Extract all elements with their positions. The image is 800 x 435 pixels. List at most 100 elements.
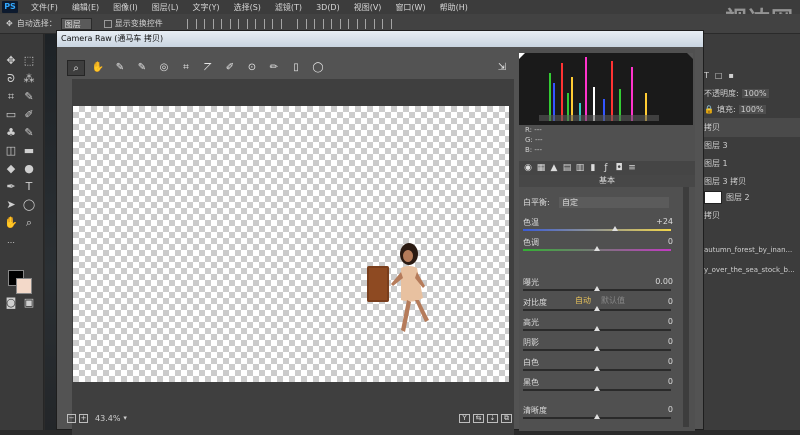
- zoom-out-button[interactable]: −: [67, 413, 76, 423]
- graduated-filter-icon[interactable]: ▯: [287, 60, 305, 76]
- exposure-value[interactable]: 0.00: [655, 277, 673, 286]
- align-bottom-icon[interactable]: [220, 18, 231, 29]
- highlights-value[interactable]: 0: [668, 317, 673, 326]
- zoom-tool-icon[interactable]: ⌕: [67, 60, 85, 76]
- swap-settings-icon[interactable]: ⇆: [473, 413, 484, 423]
- toggle-defaults-icon[interactable]: ⧉: [501, 413, 512, 423]
- red-eye-icon[interactable]: ⊙: [243, 60, 261, 76]
- quick-mask-icon[interactable]: ◙: [4, 296, 18, 310]
- chevron-down-icon[interactable]: ▾: [123, 414, 127, 422]
- show-transform-checkbox[interactable]: [103, 19, 112, 28]
- filter-shape-icon[interactable]: □: [715, 71, 723, 80]
- fill-input[interactable]: 100%: [738, 105, 766, 114]
- ellipse-tool-icon[interactable]: ◯: [22, 198, 36, 212]
- tint-value[interactable]: 0: [668, 237, 673, 246]
- effects-tab-icon[interactable]: ƒ: [601, 163, 611, 173]
- distribute-vcenter-icon[interactable]: [313, 18, 324, 29]
- distribute-top-icon[interactable]: [296, 18, 307, 29]
- radial-filter-icon[interactable]: ◯: [309, 60, 327, 76]
- layer-row[interactable]: 图层 2: [700, 188, 800, 207]
- color-sampler-icon[interactable]: ✎: [133, 60, 151, 76]
- crop-tool-icon[interactable]: ⌗: [177, 60, 195, 76]
- camera-calibration-tab-icon[interactable]: ◘: [614, 163, 624, 173]
- menu-type[interactable]: 文字(Y): [185, 2, 226, 13]
- opacity-input[interactable]: 100%: [741, 89, 769, 98]
- temperature-value[interactable]: +24: [656, 217, 673, 226]
- shadows-value[interactable]: 0: [668, 337, 673, 346]
- exposure-thumb[interactable]: [594, 286, 600, 291]
- brush-tool-icon[interactable]: ✐: [22, 108, 36, 122]
- menu-select[interactable]: 选择(S): [227, 2, 268, 13]
- screen-mode-icon[interactable]: ▣: [22, 296, 36, 310]
- default-button[interactable]: 默认值: [601, 295, 625, 306]
- layer-row[interactable]: 拷贝: [700, 206, 800, 225]
- clarity-thumb[interactable]: [594, 414, 600, 419]
- blacks-value[interactable]: 0: [668, 377, 673, 386]
- menu-view[interactable]: 视图(V): [347, 2, 389, 13]
- type-tool-icon[interactable]: T: [22, 180, 36, 194]
- healing-brush-icon[interactable]: ▭: [4, 108, 18, 122]
- fullscreen-icon[interactable]: ⇲: [493, 60, 511, 76]
- tone-curve-tab-icon[interactable]: ▦: [536, 163, 546, 173]
- align-hcenter-icon[interactable]: [254, 18, 265, 29]
- more-tools-icon[interactable]: …: [4, 234, 18, 248]
- align-vcenter-icon[interactable]: [203, 18, 214, 29]
- marquee-tool-icon[interactable]: ⬚: [22, 54, 36, 68]
- white-balance-dropdown[interactable]: 自定: [559, 197, 669, 208]
- pen-tool-icon[interactable]: ✒: [4, 180, 18, 194]
- auto-select-dropdown[interactable]: 图层: [60, 17, 92, 30]
- basic-tab-icon[interactable]: ◉: [523, 163, 533, 173]
- distribute-right-icon[interactable]: [381, 18, 392, 29]
- clarity-value[interactable]: 0: [668, 405, 673, 414]
- lasso-tool-icon[interactable]: ᘐ: [4, 72, 18, 86]
- zoom-in-button[interactable]: +: [79, 413, 88, 423]
- filter-smart-icon[interactable]: ▪: [728, 71, 733, 80]
- zoom-tool-icon[interactable]: ⌕: [22, 216, 36, 230]
- presets-tab-icon[interactable]: ≡: [627, 163, 637, 173]
- menu-file[interactable]: 文件(F): [24, 2, 65, 13]
- adjustment-brush-icon[interactable]: ✏: [265, 60, 283, 76]
- whites-value[interactable]: 0: [668, 357, 673, 366]
- menu-help[interactable]: 帮助(H): [433, 2, 475, 13]
- layer-row[interactable]: 拷贝: [700, 118, 800, 137]
- align-left-icon[interactable]: [237, 18, 248, 29]
- distribute-left-icon[interactable]: [347, 18, 358, 29]
- blacks-thumb[interactable]: [594, 386, 600, 391]
- auto-button[interactable]: 自动: [575, 295, 591, 306]
- detail-tab-icon[interactable]: ▲: [549, 163, 559, 173]
- eraser-tool-icon[interactable]: ◫: [4, 144, 18, 158]
- panel-scrollbar[interactable]: [683, 187, 689, 427]
- split-tone-tab-icon[interactable]: ▥: [575, 163, 585, 173]
- history-brush-icon[interactable]: ✎: [22, 126, 36, 140]
- temperature-track[interactable]: [523, 229, 671, 231]
- menu-filter[interactable]: 滤镜(T): [268, 2, 309, 13]
- eyedropper-icon[interactable]: ✎: [22, 90, 36, 104]
- gradient-tool-icon[interactable]: ▬: [22, 144, 36, 158]
- copy-settings-icon[interactable]: ⇣: [487, 413, 498, 423]
- zoom-level[interactable]: 43.4%: [95, 414, 120, 423]
- spot-removal-icon[interactable]: ✐: [221, 60, 239, 76]
- layer-row[interactable]: 图层 3: [700, 136, 800, 155]
- align-top-icon[interactable]: [186, 18, 197, 29]
- move-tool-icon[interactable]: ✥: [6, 19, 13, 28]
- filter-type-icon[interactable]: T: [704, 71, 709, 80]
- menu-layer[interactable]: 图层(L): [145, 2, 186, 13]
- align-right-icon[interactable]: [271, 18, 282, 29]
- white-balance-tool-icon[interactable]: ✎: [111, 60, 129, 76]
- menu-image[interactable]: 图像(I): [106, 2, 145, 13]
- layer-row[interactable]: y_over_the_sea_stock_b...: [700, 260, 800, 279]
- clone-stamp-icon[interactable]: ♣: [4, 126, 18, 140]
- straighten-tool-icon[interactable]: ⦢: [199, 60, 217, 76]
- menu-edit[interactable]: 编辑(E): [65, 2, 106, 13]
- hand-tool-icon[interactable]: ✋: [4, 216, 18, 230]
- before-after-y-icon[interactable]: Y: [459, 413, 470, 423]
- background-color-swatch[interactable]: [16, 278, 32, 294]
- tint-thumb[interactable]: [594, 246, 600, 251]
- menu-3d[interactable]: 3D(D): [309, 3, 347, 12]
- menu-window[interactable]: 窗口(W): [388, 2, 432, 13]
- layer-row[interactable]: 图层 1: [700, 154, 800, 173]
- hand-tool-icon[interactable]: ✋: [89, 60, 107, 76]
- crop-tool-icon[interactable]: ⌗: [4, 90, 18, 104]
- lens-tab-icon[interactable]: ▮: [588, 163, 598, 173]
- distribute-bottom-icon[interactable]: [330, 18, 341, 29]
